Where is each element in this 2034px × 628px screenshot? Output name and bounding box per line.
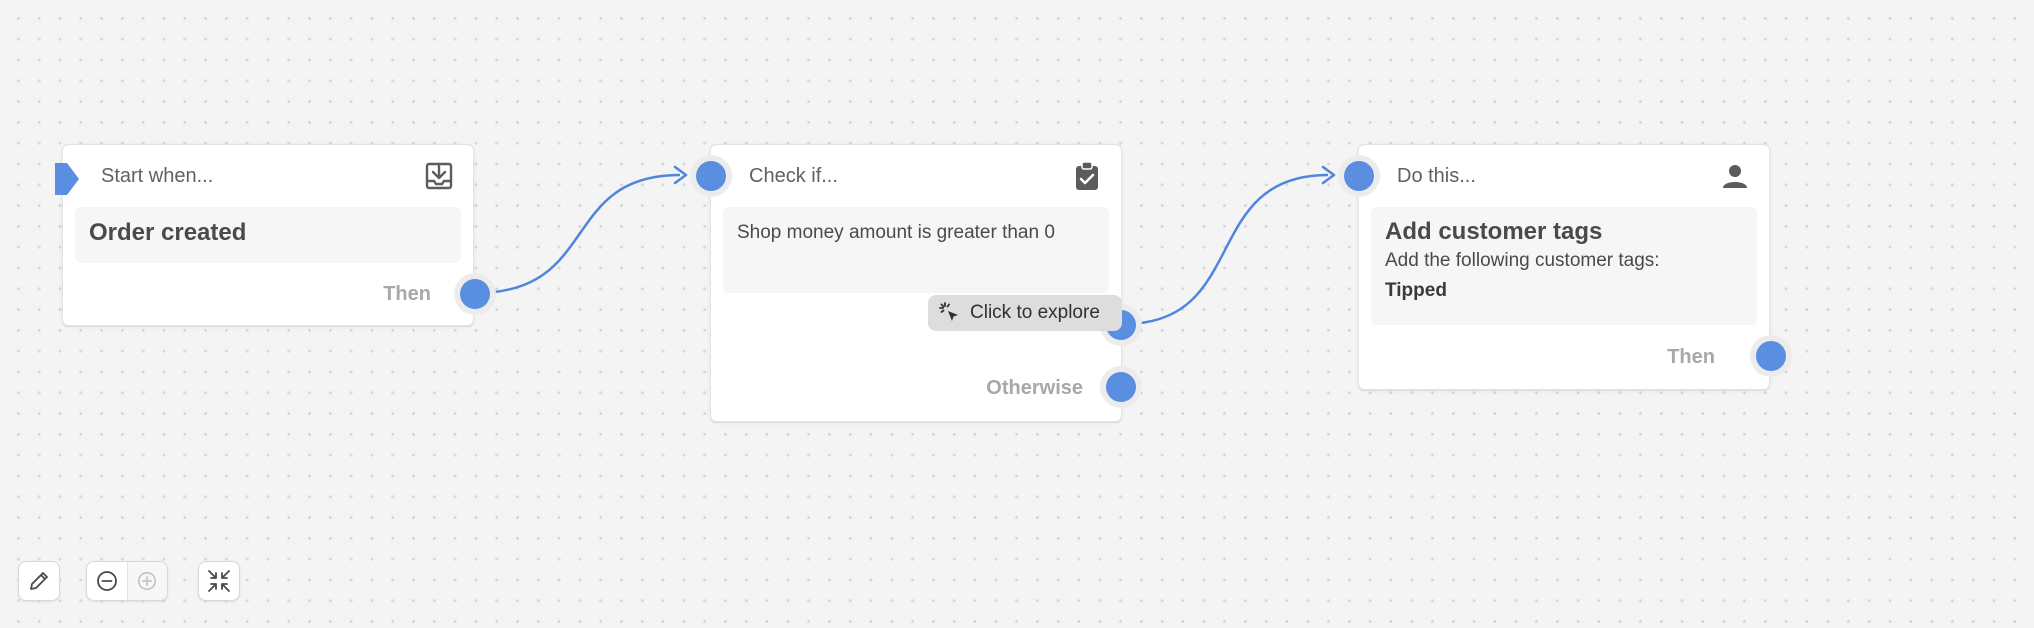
download-tray-icon (425, 162, 453, 190)
then-label: Then (1667, 346, 1715, 368)
pencil-icon (30, 572, 48, 590)
action-node-header: Do this... (1359, 145, 1769, 207)
otherwise-label: Otherwise (986, 377, 1083, 399)
zoom-in-icon (138, 571, 157, 591)
click-to-explore-tooltip[interactable]: Click to explore (928, 295, 1122, 331)
condition-node[interactable]: Check if... Shop money amount is greater… (696, 144, 1136, 422)
edit-button[interactable] (18, 561, 60, 601)
action-tag: Tipped (1385, 280, 1447, 301)
action-body[interactable]: Add customer tags Add the following cust… (1371, 207, 1757, 325)
zoom-in-button[interactable] (127, 562, 167, 600)
condition-text: Shop money amount is greater than 0 (737, 222, 1055, 243)
condition-node-header: Check if... (711, 145, 1121, 207)
then-label: Then (383, 283, 431, 305)
trigger-output-port[interactable] (460, 279, 490, 309)
wire-condition-to-action (1123, 173, 1329, 326)
person-icon (1723, 165, 1747, 188)
action-header-label: Do this... (1397, 165, 1476, 187)
trigger-body[interactable]: Order created (75, 207, 461, 263)
wire-arrowhead (1321, 165, 1336, 185)
trigger-title: Order created (89, 219, 247, 246)
clipboard-check-icon (1076, 161, 1098, 190)
action-title: Add customer tags (1385, 218, 1603, 245)
condition-otherwise-port[interactable] (1106, 372, 1136, 402)
fit-view-button[interactable] (198, 561, 240, 601)
trigger-node-header: Start when... (63, 145, 473, 207)
zoom-controls (86, 561, 168, 601)
zoom-out-icon (97, 571, 117, 591)
wire-arrowhead (673, 165, 688, 185)
trigger-header-label: Start when... (101, 165, 214, 187)
collapse-arrows-icon (208, 570, 230, 592)
cursor-click-icon (939, 302, 958, 321)
zoom-out-button[interactable] (87, 562, 128, 600)
condition-body[interactable]: Shop money amount is greater than 0 (723, 207, 1109, 293)
tooltip-label: Click to explore (970, 302, 1100, 323)
action-node[interactable]: Do this... Add customer tags Add the fol… (1344, 144, 1786, 390)
action-text: Add the following customer tags: (1385, 250, 1660, 271)
condition-header-label: Check if... (749, 165, 838, 187)
wire-trigger-to-condition (475, 173, 681, 295)
action-output-port[interactable] (1756, 341, 1786, 371)
trigger-node[interactable]: Start when... Order created Then (55, 144, 490, 326)
